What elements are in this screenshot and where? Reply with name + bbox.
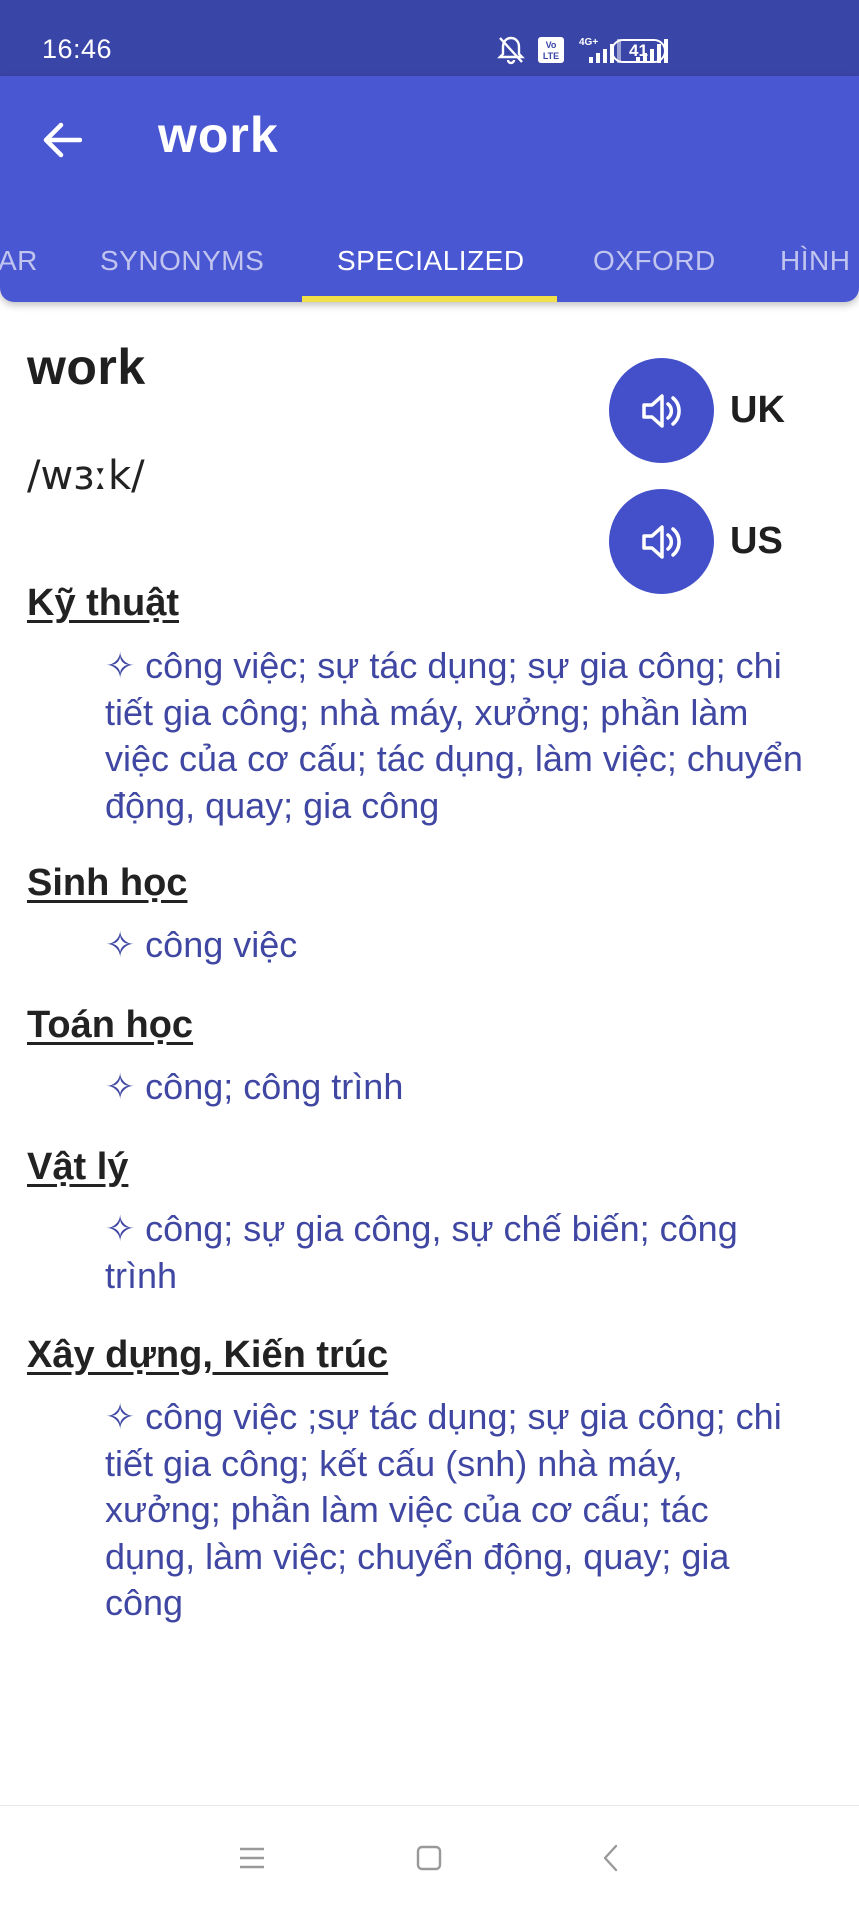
svg-text:LTE: LTE	[543, 51, 559, 61]
svg-text:4G+: 4G+	[579, 37, 598, 48]
section-title: Xây dựng, Kiến trúc	[27, 1334, 389, 1376]
tab-hinh[interactable]: HÌNH	[780, 226, 850, 296]
status-bar: 16:46 Vo LTE 4G+ 41	[0, 0, 859, 76]
section-definition: ✧ công việc ;sự tác dụng; sự gia công; c…	[105, 1396, 782, 1623]
home-button[interactable]	[409, 1838, 449, 1878]
section-title: Sinh học	[27, 862, 188, 904]
pronunciation-label: UK	[730, 389, 785, 431]
section-title: Kỹ thuật	[27, 582, 179, 624]
section-definition: ✧ công việc; sự tác dụng; sự gia công; c…	[105, 645, 803, 826]
play-us-button[interactable]	[609, 489, 714, 594]
section-definition: ✧ công; sự gia công, sự chế biến; công t…	[105, 1208, 738, 1296]
pronunciation-uk: UK	[609, 358, 785, 463]
svg-text:Vo: Vo	[546, 40, 557, 50]
section-definition: ✧ công; công trình	[105, 1066, 404, 1107]
status-time: 16:46	[42, 34, 113, 64]
arrow-left-icon	[43, 122, 82, 158]
app-bar: work AR SYNONYMS SPECIALIZED OXFORD HÌNH	[0, 76, 859, 302]
pronunciation-us: US	[609, 489, 783, 594]
menu-button[interactable]	[232, 1838, 272, 1878]
section-definition: ✧ công việc	[105, 924, 298, 965]
menu-icon	[240, 1847, 264, 1869]
battery-icon: 41	[611, 39, 666, 63]
volte-icon: Vo LTE	[538, 37, 564, 63]
tab-indicator	[302, 296, 557, 302]
phonetic: /wɜːk/	[27, 453, 145, 499]
tab-bar: AR SYNONYMS SPECIALIZED OXFORD HÌNH	[0, 226, 859, 302]
home-square-icon	[416, 1845, 442, 1871]
back-chevron-icon	[603, 1844, 618, 1872]
speaker-icon	[641, 393, 681, 428]
tab-oxford[interactable]: OXFORD	[593, 226, 716, 296]
back-button[interactable]	[34, 112, 90, 168]
tab-ar[interactable]: AR	[0, 226, 38, 296]
section-title: Toán học	[27, 1004, 194, 1046]
play-uk-button[interactable]	[609, 358, 714, 463]
section-title: Vật lý	[27, 1146, 129, 1188]
nav-back-button[interactable]	[591, 1838, 631, 1878]
speaker-icon	[641, 524, 681, 559]
word-heading: work	[27, 339, 146, 395]
tab-specialized[interactable]: SPECIALIZED	[337, 226, 525, 296]
pronunciation-label: US	[730, 520, 783, 562]
bell-off-icon	[497, 36, 525, 65]
tab-synonyms[interactable]: SYNONYMS	[100, 226, 264, 296]
system-nav-bar	[0, 1805, 859, 1908]
app-title: work	[158, 107, 279, 163]
